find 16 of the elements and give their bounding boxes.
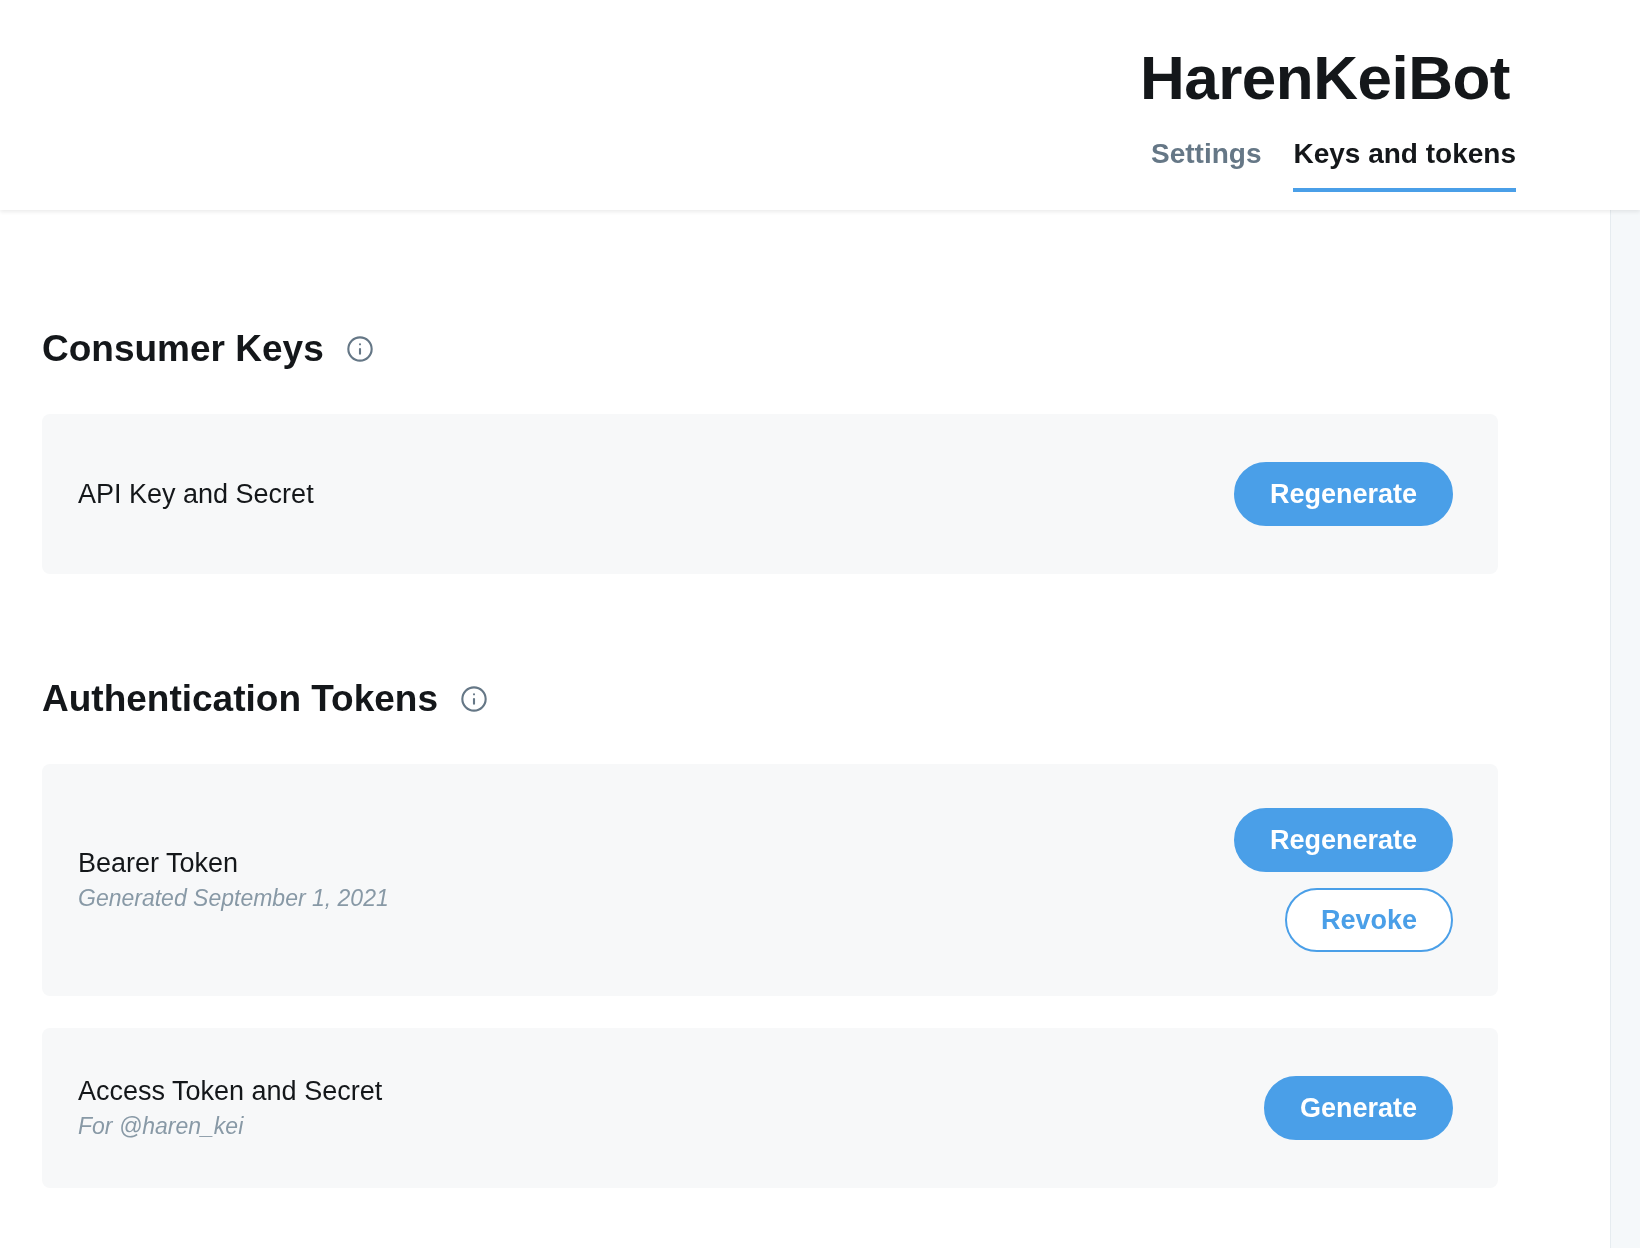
info-icon[interactable] [345,335,374,363]
section-heading: Consumer Keys [42,328,324,370]
outline-button[interactable]: Revoke [1284,888,1453,952]
primary-button[interactable]: Regenerate [1233,808,1453,872]
primary-button[interactable]: Regenerate [1233,462,1453,526]
card-subtitle: Generated September 1, 2021 [78,885,389,912]
app-title: HarenKeiBot [1140,42,1510,114]
primary-button[interactable]: Generate [1263,1076,1453,1140]
section-heading: Authentication Tokens [42,678,439,720]
info-icon[interactable] [460,685,489,713]
card-label: API Key and Secret [78,478,314,510]
tab[interactable]: Settings [1151,126,1262,192]
tab[interactable]: Keys and tokens [1293,126,1516,192]
card-label: Access Token and Secret [78,1076,383,1107]
card-subtitle: For @haren_kei [78,1113,245,1140]
card-label: Bearer Token [78,848,240,879]
